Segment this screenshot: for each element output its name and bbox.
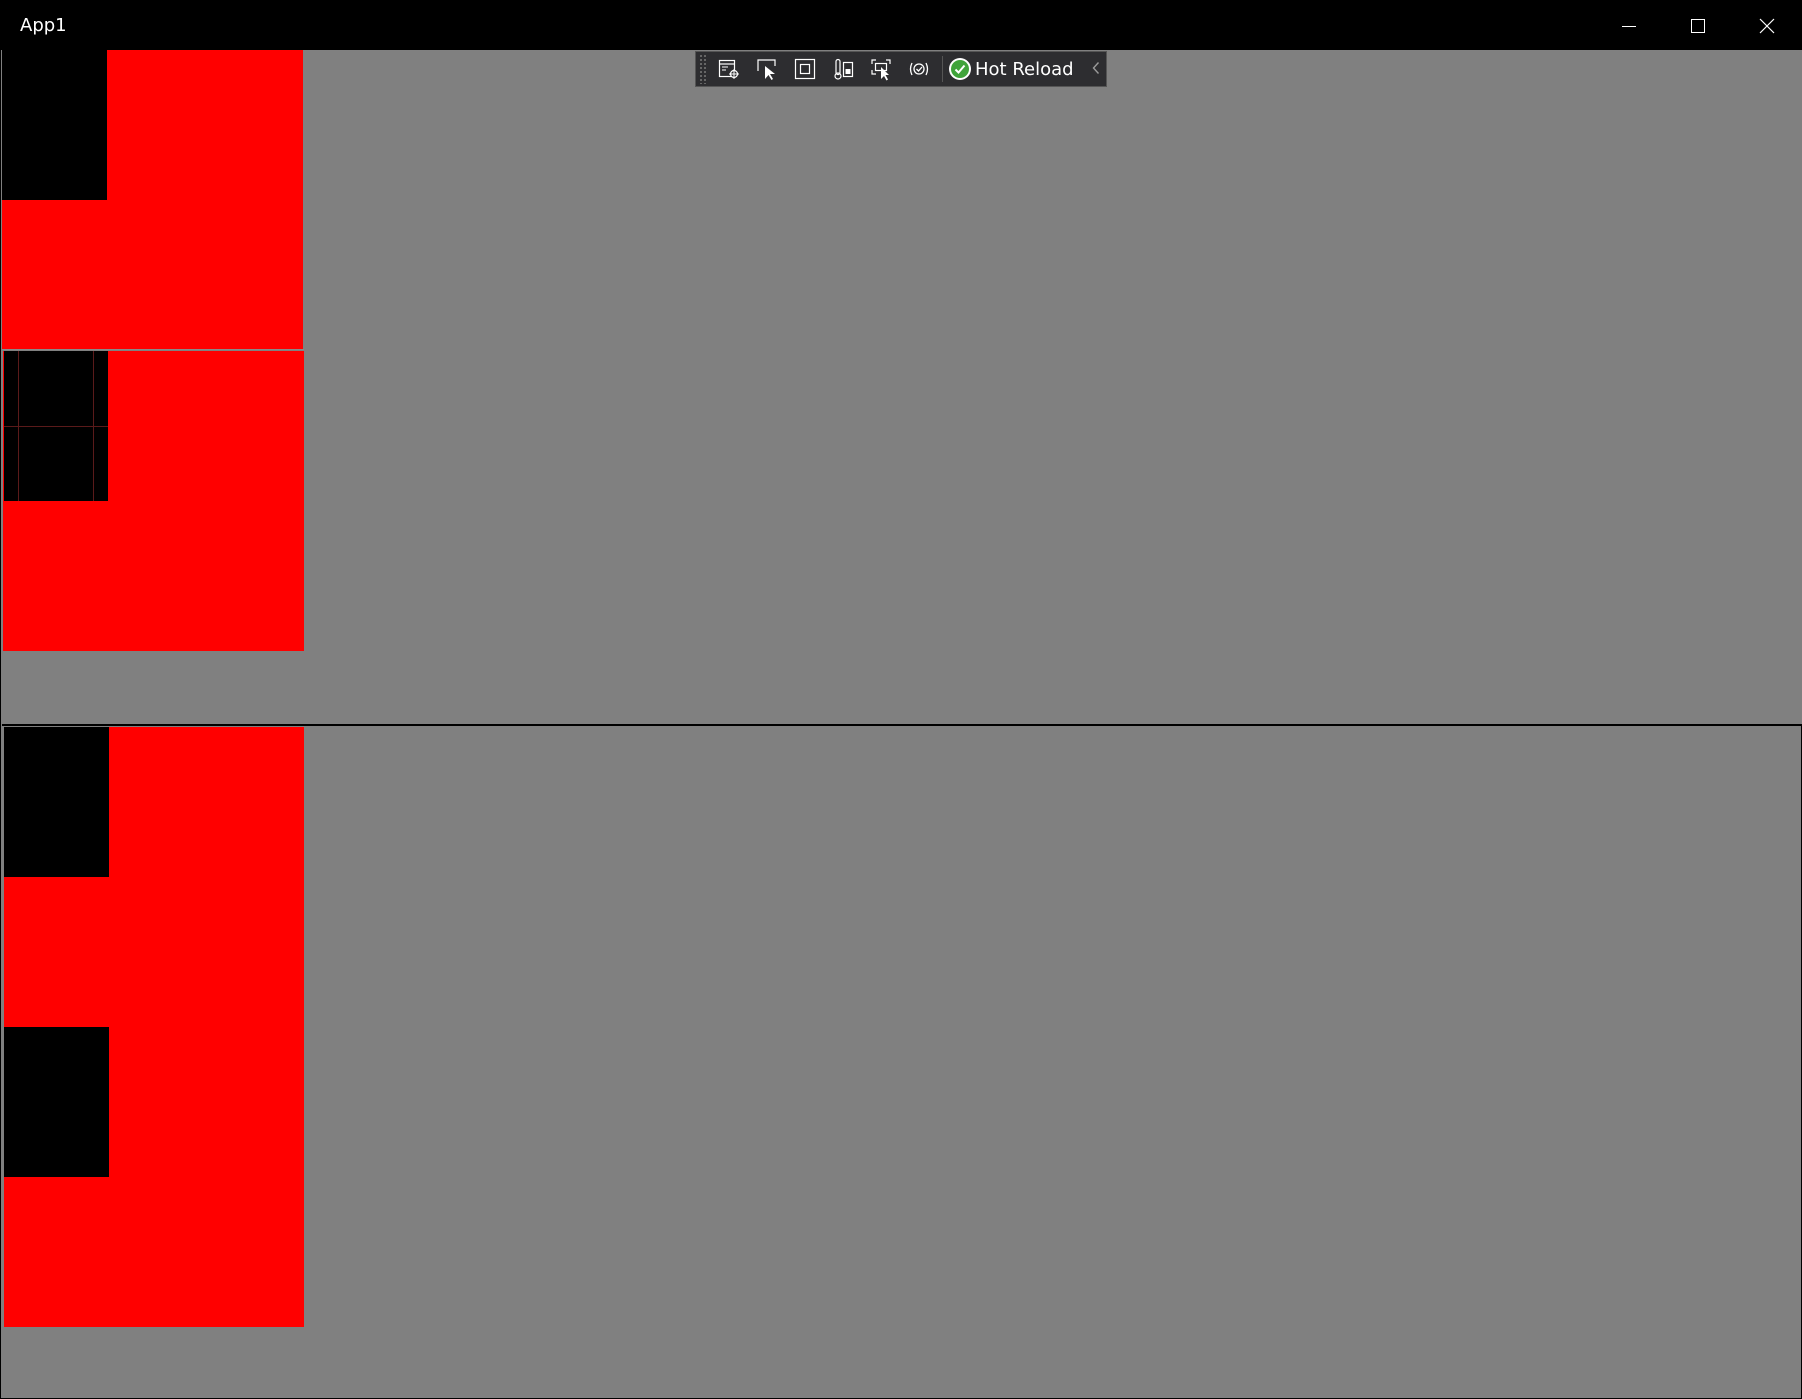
chevron-left-icon (1091, 60, 1101, 79)
hot-reload-status[interactable]: Hot Reload (949, 54, 1074, 84)
black-block (2, 50, 107, 200)
display-layout-adorners-icon (793, 57, 817, 81)
window-title: App1 (20, 15, 67, 36)
toolbar-separator (942, 56, 943, 82)
black-block (4, 727, 109, 877)
app-window: App1 Hot Reload (0, 0, 1802, 1399)
check-circle-icon (949, 58, 971, 80)
live-visual-tree-button[interactable] (712, 54, 746, 84)
display-layout-adorners-button[interactable] (788, 54, 822, 84)
minimize-icon (1621, 18, 1637, 34)
binding-failures-icon (907, 57, 931, 81)
maximize-button[interactable] (1663, 1, 1732, 50)
minimize-button[interactable] (1594, 1, 1663, 50)
collapse-toolbar-button[interactable] (1088, 54, 1104, 84)
bottom-pane (2, 726, 1802, 1398)
select-element-button[interactable] (750, 54, 784, 84)
maximize-icon (1690, 18, 1706, 34)
close-icon (1759, 18, 1775, 34)
live-visual-tree-icon (717, 57, 741, 81)
binding-failures-button[interactable] (902, 54, 936, 84)
toolbar-grip[interactable] (699, 54, 708, 84)
select-element-icon (755, 57, 779, 81)
black-block (4, 1027, 109, 1177)
preview-selection-icon (869, 57, 893, 81)
track-focus-icon (831, 57, 855, 81)
top-pane (2, 50, 1802, 724)
track-focus-button[interactable] (826, 54, 860, 84)
title-bar[interactable]: App1 (1, 1, 1802, 50)
layout-adorner-line (4, 426, 108, 427)
close-button[interactable] (1732, 1, 1801, 50)
xaml-runtime-toolbar[interactable]: Hot Reload (695, 51, 1107, 87)
hot-reload-label: Hot Reload (975, 58, 1074, 80)
preview-selection-button[interactable] (864, 54, 898, 84)
